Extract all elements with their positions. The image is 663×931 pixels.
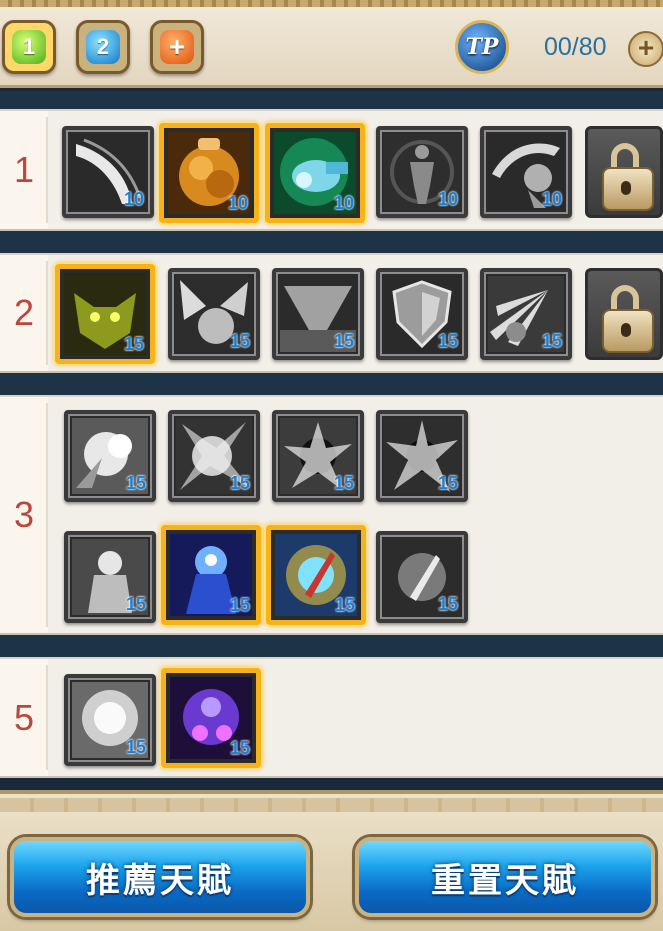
skill-slot[interactable]: 15	[376, 531, 468, 623]
tier-separator	[0, 91, 663, 109]
tier-row-3: 3 15 15 15 15 15 15 15 15	[0, 395, 663, 635]
skill-slot[interactable]: 15	[376, 410, 468, 502]
skill-slot[interactable]: 10	[480, 126, 572, 218]
skill-level: 15	[333, 331, 354, 351]
skill-level: 10	[333, 193, 354, 213]
locked-slot	[585, 126, 663, 218]
skill-level: 10	[437, 189, 458, 209]
tier-row-1: 1 10 10 10 10 10	[0, 109, 663, 231]
skill-level: 15	[125, 737, 146, 757]
skill-level: 10	[541, 189, 562, 209]
recommend-talents-label: 推薦天賦	[86, 861, 234, 900]
tier-row-2: 2 15 15 15 15 15	[0, 253, 663, 373]
preset-2-label: 2	[86, 30, 120, 64]
skill-slot-selected[interactable]: 15	[55, 264, 155, 364]
reset-talents-button[interactable]: 重置天賦	[355, 837, 655, 917]
skill-slot[interactable]: 15	[64, 674, 156, 766]
top-bar: 1 2 + TP 00/80 +	[0, 0, 663, 88]
skill-slot[interactable]: 15	[168, 410, 260, 502]
skill-slot[interactable]: 15	[480, 268, 572, 360]
add-preset-button[interactable]: +	[150, 20, 204, 74]
skill-slot[interactable]: 10	[376, 126, 468, 218]
skill-slot[interactable]: 15	[272, 268, 364, 360]
skill-level: 15	[125, 594, 146, 614]
skill-level: 15	[229, 738, 250, 758]
tier-row-5: 5 15 15	[0, 657, 663, 778]
skill-slot-selected[interactable]: 10	[159, 123, 259, 223]
recommend-talents-button[interactable]: 推薦天賦	[10, 837, 310, 917]
skill-level: 15	[123, 334, 144, 354]
plus-icon: +	[160, 30, 194, 64]
preset-2-button[interactable]: 2	[76, 20, 130, 74]
skill-level: 15	[229, 595, 250, 615]
skill-slot-selected[interactable]: 10	[265, 123, 365, 223]
tier-number: 1	[0, 111, 48, 229]
tp-count: 00/80	[544, 33, 607, 61]
skill-slot[interactable]: 15	[64, 410, 156, 502]
skill-level: 15	[229, 473, 250, 493]
tp-badge-icon: TP	[455, 20, 509, 74]
skill-level: 15	[437, 331, 458, 351]
skill-level: 15	[333, 473, 354, 493]
skill-level: 10	[123, 189, 144, 209]
tier-separator	[0, 231, 663, 253]
skill-level: 10	[227, 193, 248, 213]
skill-slot[interactable]: 15	[376, 268, 468, 360]
skill-slot[interactable]: 15	[64, 531, 156, 623]
tier-number: 2	[0, 255, 48, 371]
skill-slot-selected[interactable]: 15	[161, 668, 261, 768]
skill-slot-selected[interactable]: 15	[161, 525, 261, 625]
tier-separator	[0, 373, 663, 395]
add-tp-button[interactable]: +	[628, 31, 663, 67]
locked-slot	[585, 268, 663, 360]
skill-level: 15	[437, 594, 458, 614]
skill-level: 15	[125, 473, 146, 493]
skill-level: 15	[437, 473, 458, 493]
skill-level: 15	[334, 595, 355, 615]
skill-level: 15	[541, 331, 562, 351]
preset-1-button[interactable]: 1	[2, 20, 56, 74]
tier-number: 3	[0, 397, 48, 633]
skill-slot[interactable]: 10	[62, 126, 154, 218]
skill-slot[interactable]: 15	[272, 410, 364, 502]
tier-number: 5	[0, 659, 48, 776]
skill-level: 15	[229, 331, 250, 351]
skill-slot-selected[interactable]: 15	[266, 525, 366, 625]
skill-slot[interactable]: 15	[168, 268, 260, 360]
bottom-bar: 推薦天賦 重置天賦	[0, 790, 663, 931]
reset-talents-label: 重置天賦	[431, 861, 579, 900]
tier-separator	[0, 635, 663, 657]
preset-1-label: 1	[12, 30, 46, 64]
